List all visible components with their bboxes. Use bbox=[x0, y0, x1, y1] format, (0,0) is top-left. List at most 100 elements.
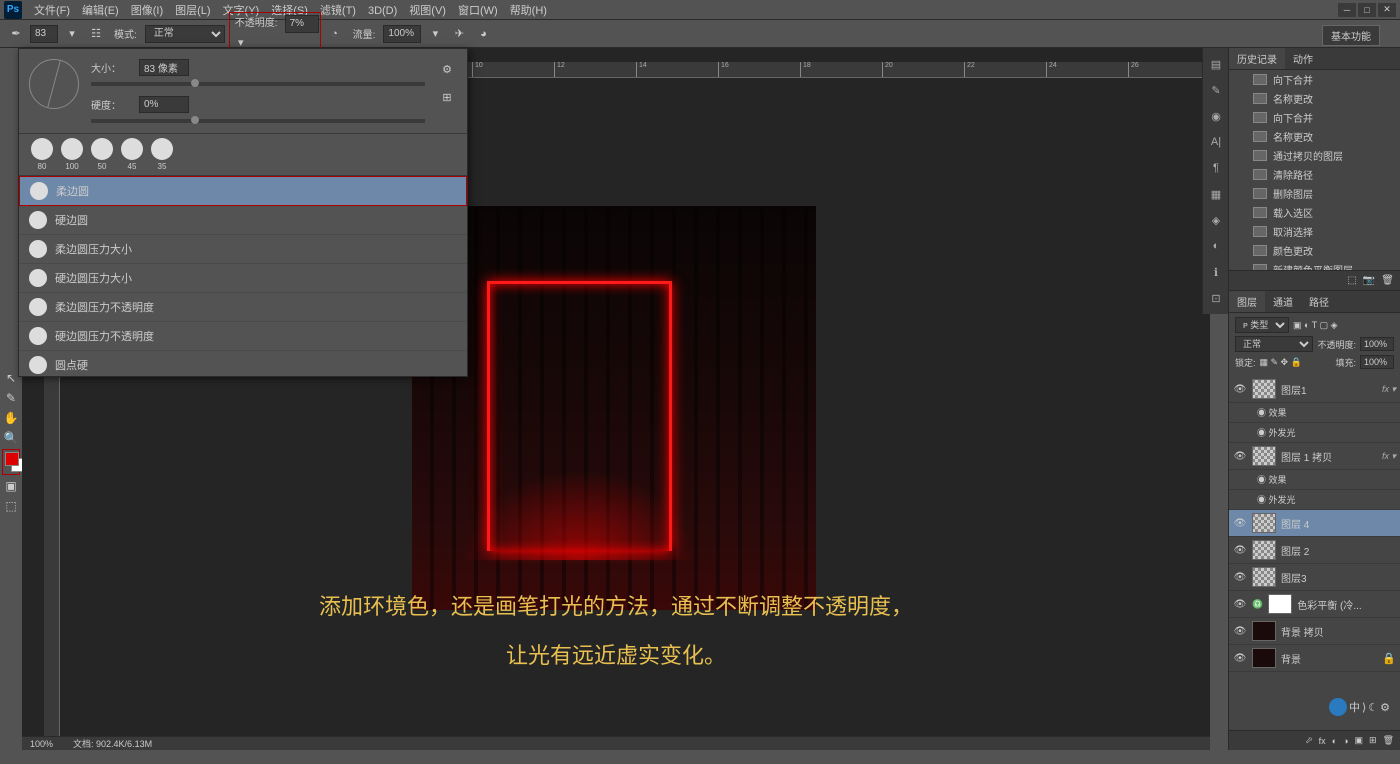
tab-actions[interactable]: 动作 bbox=[1285, 48, 1321, 69]
opacity-field[interactable] bbox=[285, 15, 319, 33]
camera-icon[interactable]: 📷 bbox=[1363, 275, 1375, 286]
history-item[interactable]: 名称更改 bbox=[1229, 89, 1400, 108]
brush-panel-toggle[interactable]: ☷ bbox=[86, 24, 106, 44]
airbrush-icon[interactable]: ✈ bbox=[449, 24, 469, 44]
history-item[interactable]: 通过拷贝的图层 bbox=[1229, 146, 1400, 165]
menu-编辑(E)[interactable]: 编辑(E) bbox=[76, 3, 125, 19]
layer-item[interactable]: 👁♎色彩平衡 (冷... bbox=[1229, 591, 1400, 618]
nav-icon[interactable]: ⊡ bbox=[1206, 288, 1226, 308]
hist-icon[interactable]: ▤ bbox=[1206, 54, 1226, 74]
tab-channels[interactable]: 通道 bbox=[1265, 291, 1301, 312]
new-preset-icon[interactable]: ⊞ bbox=[437, 87, 457, 107]
color-swatches[interactable] bbox=[2, 449, 20, 475]
foreground-color[interactable] bbox=[5, 452, 19, 466]
brush-item[interactable]: 硬边圆压力不透明度 bbox=[19, 322, 467, 351]
screenmode-icon[interactable]: ⬚ bbox=[2, 497, 20, 515]
info-icon[interactable]: ℹ bbox=[1206, 262, 1226, 282]
menu-图层(L)[interactable]: 图层(L) bbox=[169, 3, 216, 19]
history-item[interactable]: 向下合并 bbox=[1229, 70, 1400, 89]
clone-icon[interactable]: ◉ bbox=[1206, 106, 1226, 126]
history-item[interactable]: 删除图层 bbox=[1229, 184, 1400, 203]
brush-tool-icon[interactable]: ✒ bbox=[6, 24, 26, 44]
visibility-icon[interactable]: 👁 bbox=[1233, 599, 1247, 610]
delete-layer-icon[interactable]: 🗑 bbox=[1383, 735, 1394, 746]
brush-angle-control[interactable] bbox=[29, 59, 79, 109]
brush-preset-picker[interactable]: ▾ bbox=[62, 24, 82, 44]
document-info[interactable]: 文档: 902.4K/6.13M bbox=[73, 737, 152, 750]
tab-layers[interactable]: 图层 bbox=[1229, 291, 1265, 312]
brush-item[interactable]: 硬边圆 bbox=[19, 206, 467, 235]
layer-filter-kind[interactable]: ᴘ 类型 bbox=[1235, 317, 1289, 333]
link-icon[interactable]: ⬀ bbox=[1305, 735, 1313, 746]
snapshot-icon[interactable]: ⬚ bbox=[1347, 275, 1356, 286]
layer-item[interactable]: 👁图层1fx ▾ bbox=[1229, 376, 1400, 403]
brush-size-field[interactable] bbox=[30, 25, 58, 43]
brush-item[interactable]: 柔边圆压力大小 bbox=[19, 235, 467, 264]
trash-icon[interactable]: 🗑 bbox=[1381, 275, 1394, 286]
color-icon[interactable]: ◐ bbox=[1206, 236, 1226, 256]
visibility-icon[interactable]: 👁 bbox=[1233, 572, 1247, 583]
brush-item[interactable]: 硬边圆压力大小 bbox=[19, 264, 467, 293]
layer-item[interactable]: 👁图层 1 拷贝fx ▾ bbox=[1229, 443, 1400, 470]
layer-effect[interactable]: ◉ 效果 bbox=[1229, 403, 1400, 423]
brush-item[interactable]: 柔边圆压力不透明度 bbox=[19, 293, 467, 322]
brush-preset-50[interactable]: 50 bbox=[89, 138, 115, 171]
minimize-button[interactable]: ─ bbox=[1338, 3, 1356, 17]
history-item[interactable]: 新建颜色平衡图层 bbox=[1229, 260, 1400, 270]
layer-opacity-field[interactable] bbox=[1360, 337, 1394, 351]
history-item[interactable]: 取消选择 bbox=[1229, 222, 1400, 241]
layer-item[interactable]: 👁背景 拷贝 bbox=[1229, 618, 1400, 645]
visibility-icon[interactable]: 👁 bbox=[1233, 545, 1247, 556]
brush-item[interactable]: 圆点硬 bbox=[19, 351, 467, 376]
document-canvas[interactable] bbox=[412, 206, 816, 610]
char-icon[interactable]: A| bbox=[1206, 132, 1226, 152]
adjustment-icon[interactable]: ◑ bbox=[1343, 736, 1348, 746]
menu-窗口(W)[interactable]: 窗口(W) bbox=[452, 3, 504, 19]
flow-dropdown[interactable]: ▾ bbox=[425, 24, 445, 44]
brush-preset-80[interactable]: 80 bbox=[29, 138, 55, 171]
zoom-tool[interactable]: 🔍 bbox=[2, 429, 20, 447]
brush-preset-35[interactable]: 35 bbox=[149, 138, 175, 171]
visibility-icon[interactable]: 👁 bbox=[1233, 518, 1247, 529]
lock-icons[interactable]: ▦ ✎ ✥ 🔒 bbox=[1260, 357, 1302, 368]
menu-图像(I)[interactable]: 图像(I) bbox=[125, 3, 169, 19]
menu-3D(D)[interactable]: 3D(D) bbox=[362, 3, 403, 19]
visibility-icon[interactable]: 👁 bbox=[1233, 451, 1247, 462]
swatches-icon[interactable]: ▦ bbox=[1206, 184, 1226, 204]
blend-mode-select[interactable]: 正常 bbox=[145, 25, 225, 43]
layer-item[interactable]: 👁图层 4 bbox=[1229, 510, 1400, 537]
menu-帮助(H)[interactable]: 帮助(H) bbox=[504, 3, 553, 19]
brush-preset-100[interactable]: 100 bbox=[59, 138, 85, 171]
flow-field[interactable] bbox=[383, 25, 421, 43]
brush-item[interactable]: 柔边圆 bbox=[19, 176, 467, 206]
pressure-opacity-icon[interactable]: ◔ bbox=[325, 24, 345, 44]
quickmask-icon[interactable]: ▣ bbox=[2, 477, 20, 495]
history-item[interactable]: 名称更改 bbox=[1229, 127, 1400, 146]
layer-item[interactable]: 👁背景🔒 bbox=[1229, 645, 1400, 672]
fill-field[interactable] bbox=[1360, 355, 1394, 369]
workspace-switcher[interactable]: 基本功能 bbox=[1322, 25, 1380, 46]
history-item[interactable]: 向下合并 bbox=[1229, 108, 1400, 127]
layer-item[interactable]: 👁图层3 bbox=[1229, 564, 1400, 591]
zoom-level[interactable]: 100% bbox=[30, 739, 53, 749]
history-item[interactable]: 载入选区 bbox=[1229, 203, 1400, 222]
para-icon[interactable]: ¶ bbox=[1206, 158, 1226, 178]
tab-history[interactable]: 历史记录 bbox=[1229, 48, 1285, 69]
brush-hardness-input[interactable] bbox=[139, 96, 189, 113]
layer-effect[interactable]: ◉ 效果 bbox=[1229, 470, 1400, 490]
layer-effect[interactable]: ◉ 外发光 bbox=[1229, 490, 1400, 510]
brush-preset-45[interactable]: 45 bbox=[119, 138, 145, 171]
visibility-icon[interactable]: 👁 bbox=[1233, 626, 1247, 637]
menu-滤镜(T)[interactable]: 滤镜(T) bbox=[314, 3, 362, 19]
brush-icon[interactable]: ✎ bbox=[1206, 80, 1226, 100]
history-item[interactable]: 颜色更改 bbox=[1229, 241, 1400, 260]
brush-hardness-slider[interactable] bbox=[91, 119, 425, 123]
layer-blend-select[interactable]: 正常 bbox=[1235, 336, 1313, 352]
gear-icon[interactable]: ⚙ bbox=[437, 59, 457, 79]
maximize-button[interactable]: □ bbox=[1358, 3, 1376, 17]
path-tool[interactable]: ✎ bbox=[2, 389, 20, 407]
visibility-icon[interactable]: 👁 bbox=[1233, 384, 1247, 395]
layer-item[interactable]: 👁图层 2 bbox=[1229, 537, 1400, 564]
layer-filter-icons[interactable]: ▣ ◐ T ▢ ◈ bbox=[1293, 320, 1338, 331]
group-icon[interactable]: ▣ bbox=[1355, 735, 1364, 746]
